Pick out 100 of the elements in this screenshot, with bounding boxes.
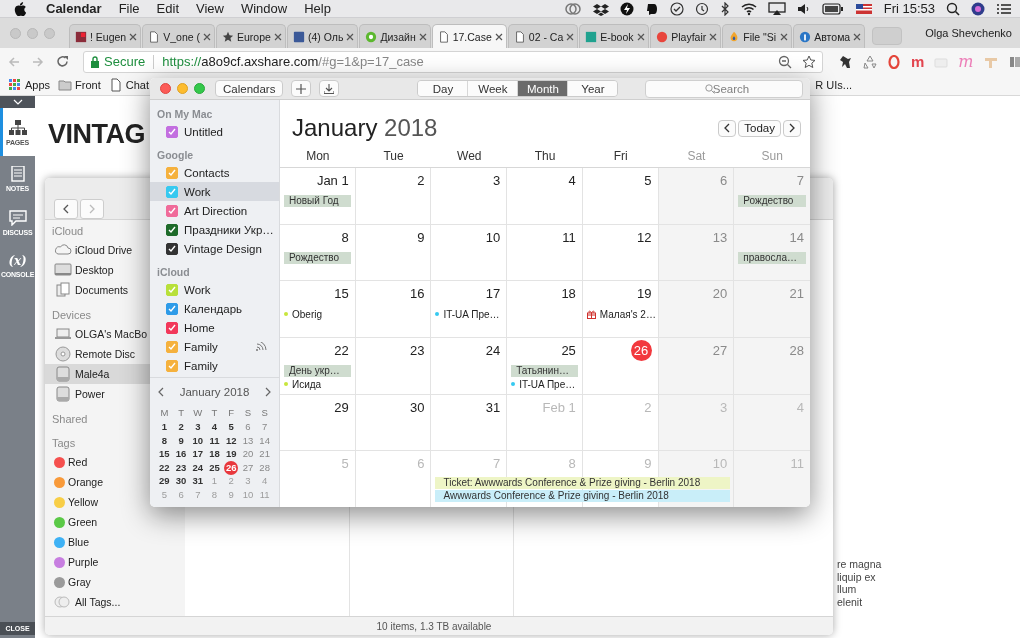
previous-button[interactable] (718, 119, 737, 137)
today-button[interactable]: Today (738, 119, 781, 137)
calendars-button[interactable]: Calendars (215, 80, 284, 97)
wifi-icon[interactable] (740, 1, 757, 16)
event-banner[interactable]: Awwwards Conference & Prize giving - Berlin 2018 (435, 490, 731, 503)
day-cell[interactable]: 19 Малая's 2… (582, 281, 659, 337)
clock[interactable]: Fri 15:53 (883, 1, 935, 16)
close-icon[interactable] (129, 32, 138, 41)
day-cell[interactable]: Jan 1 Новый Год (280, 168, 356, 224)
sidebar-item[interactable]: Orange (45, 472, 150, 492)
day-number[interactable]: 12 (222, 433, 240, 448)
day-cell[interactable]: 10 (431, 224, 508, 281)
day-number[interactable]: 25 (206, 460, 223, 475)
day-cell[interactable]: 15 Oberig (280, 281, 356, 337)
bolt-icon[interactable] (619, 1, 634, 16)
close-icon[interactable] (346, 32, 355, 41)
event-block[interactable]: Татьянин… (511, 365, 578, 377)
day-number[interactable]: 24 (189, 460, 207, 475)
battery-icon[interactable] (821, 1, 844, 16)
day-number[interactable]: 18 (206, 447, 223, 461)
speaker-icon[interactable] (796, 1, 811, 16)
browser-tab[interactable]: (4) Оль (287, 24, 359, 48)
sidebar-item[interactable]: Blue (45, 532, 150, 552)
check-icon[interactable] (669, 1, 684, 16)
day-number[interactable]: 15 (156, 447, 173, 461)
bookmark[interactable]: R UIs... (815, 79, 852, 91)
box-icon[interactable] (592, 1, 609, 16)
day-cell[interactable]: 22 День укр… Исида (280, 338, 356, 394)
reload-icon[interactable] (56, 55, 69, 68)
star-icon[interactable] (802, 54, 816, 69)
day-number[interactable]: 3 (189, 420, 207, 434)
chevron-icon[interactable] (12, 99, 23, 105)
panel-icon[interactable] (1007, 54, 1020, 69)
checkbox[interactable] (166, 185, 178, 198)
bookmark[interactable]: Apps (8, 78, 51, 92)
day-cell[interactable]: 7 Рождество (734, 168, 810, 224)
orb-icon[interactable] (971, 1, 985, 16)
event-block[interactable]: Рождество (284, 251, 351, 264)
view-tab[interactable]: Year (568, 81, 618, 96)
day-number[interactable]: 19 (222, 447, 240, 461)
event-block[interactable]: Новый Год (284, 195, 351, 207)
sidebar-item[interactable]: Power (45, 384, 150, 404)
day-number[interactable]: 1 (156, 420, 173, 434)
sidebar-item[interactable]: Male4a (45, 364, 150, 384)
browser-tab[interactable]: V_one ( (142, 24, 215, 48)
event-title[interactable]: Исида (292, 378, 322, 390)
event-banner[interactable]: Ticket: Awwwards Conference & Prize giving - Berlin 2018 (435, 477, 731, 490)
bookmark[interactable]: Chat (108, 78, 149, 92)
event-title[interactable]: IT-UA Пре… (519, 378, 576, 390)
browser-tab[interactable]: 17.Case (431, 24, 507, 48)
event-block[interactable]: Рождество (738, 195, 806, 207)
day-number[interactable]: 4 (206, 420, 223, 434)
figure-icon[interactable] (839, 54, 853, 69)
day-cell[interactable]: 5 (582, 168, 659, 224)
calendar-item[interactable]: Home (150, 318, 279, 337)
day-cell[interactable]: 23 (355, 338, 432, 394)
checkbox[interactable] (166, 242, 178, 255)
menu-item[interactable]: Edit (156, 1, 179, 16)
day-number[interactable]: 10 (189, 433, 207, 448)
sidebar-item[interactable]: Green (45, 512, 150, 532)
calendar-item[interactable]: Календарь (150, 299, 279, 318)
search-field[interactable]: Search (645, 79, 803, 98)
flag-icon[interactable] (854, 1, 873, 16)
apple-icon[interactable] (14, 1, 26, 16)
calendar-item[interactable]: Family (150, 356, 279, 375)
day-number[interactable]: 26 (224, 460, 239, 475)
day-cell[interactable]: 11 (507, 224, 583, 281)
close-icon[interactable] (853, 32, 862, 41)
calendar-item[interactable]: Work (150, 280, 279, 299)
day-cell[interactable]: 3 (431, 168, 508, 224)
day-number[interactable]: 17 (189, 447, 207, 461)
next-button[interactable] (783, 119, 801, 137)
menu-item[interactable]: View (196, 1, 224, 16)
rings-icon[interactable] (563, 1, 582, 16)
view-tab[interactable]: Day (418, 81, 469, 96)
browser-tab[interactable]: Автома (793, 24, 866, 48)
sidebar-item[interactable]: Documents (45, 280, 150, 300)
day-number[interactable]: 29 (156, 474, 173, 488)
sidebar-item[interactable]: All Tags... (45, 592, 150, 612)
day-cell[interactable]: 18 (507, 281, 583, 337)
zoom-icon[interactable] (778, 54, 792, 69)
calendar-item[interactable]: Family (150, 337, 279, 356)
day-number[interactable]: 30 (172, 474, 190, 488)
screen-icon[interactable] (767, 1, 786, 16)
chevron-left-icon[interactable] (158, 387, 164, 397)
ring-icon[interactable] (887, 54, 901, 69)
close-icon[interactable] (566, 32, 575, 41)
sidebar-item[interactable]: OLGA's MacBo (45, 324, 150, 344)
add-button[interactable] (291, 80, 312, 97)
day-cell[interactable]: 4 (507, 168, 583, 224)
day-cell[interactable]: 12 (582, 224, 659, 281)
sidebar-item[interactable]: iCloud Drive (45, 240, 150, 260)
browser-tab[interactable]: 02 - Ca (507, 24, 579, 48)
close-icon[interactable] (709, 32, 718, 41)
address-bar[interactable]: Secure https://a8o9cf.axshare.com/#g=1&p=17_case (83, 50, 823, 73)
day-cell[interactable]: 17 IT-UA Пре… (431, 281, 508, 337)
window-button[interactable] (160, 83, 171, 94)
calendar-item[interactable]: Art Direction (150, 201, 279, 220)
checkbox[interactable] (166, 340, 178, 353)
day-number[interactable]: 16 (172, 447, 190, 461)
